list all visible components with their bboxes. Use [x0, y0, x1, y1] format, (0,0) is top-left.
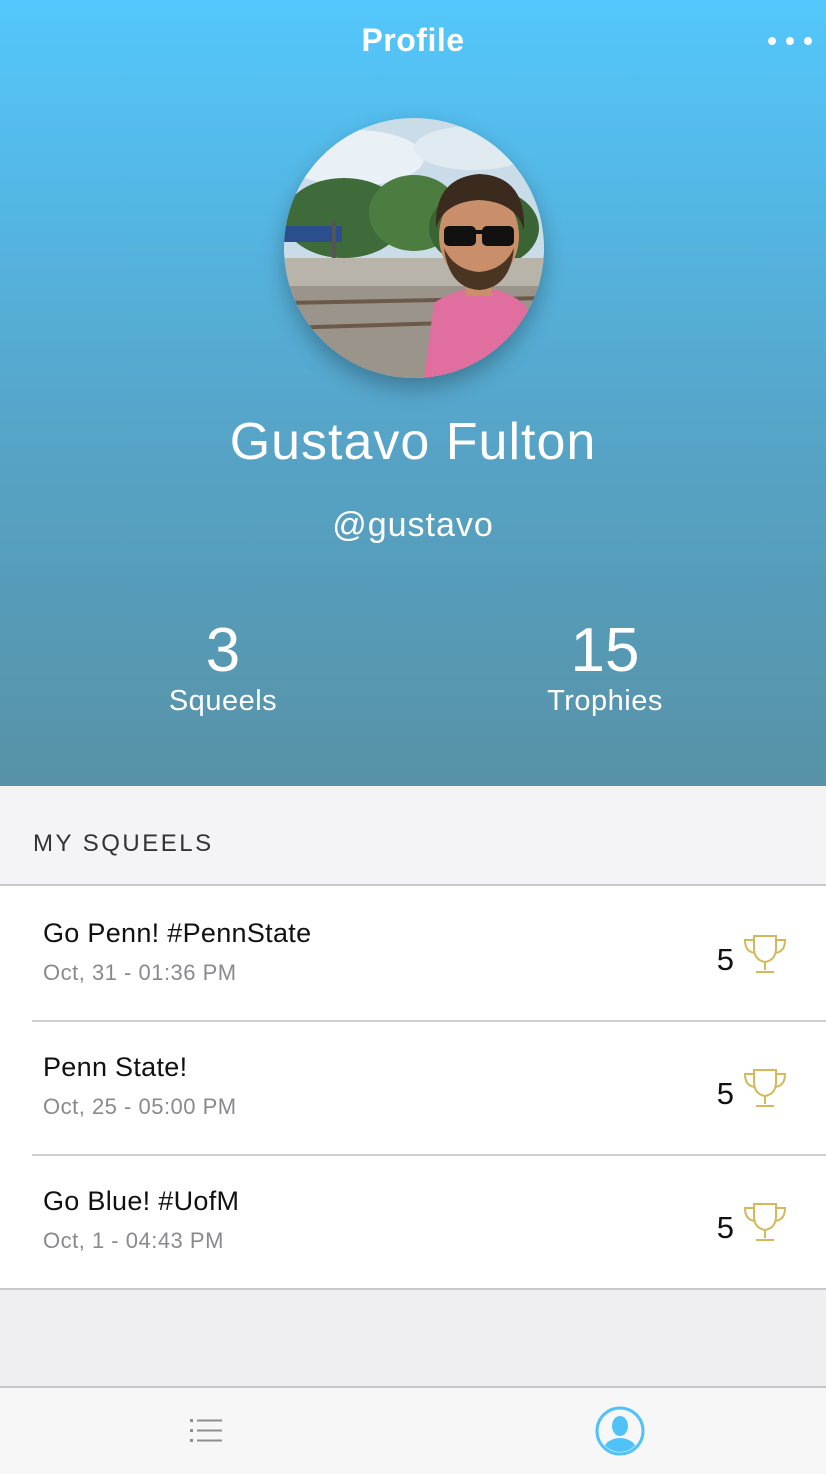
tab-feed[interactable] [0, 1388, 413, 1474]
profile-handle: @gustavo [332, 506, 494, 544]
list-icon [189, 1419, 222, 1442]
stat-trophies[interactable]: 15 Trophies [475, 618, 735, 718]
squeel-text: Penn State! [43, 1052, 188, 1082]
tab-bar [0, 1386, 826, 1474]
stat-label: Squeels [168, 685, 278, 717]
stat-value: 15 [570, 616, 640, 685]
section-title: MY SQUEELS [33, 830, 214, 857]
stat-squeels[interactable]: 3 Squeels [93, 618, 353, 718]
list-item[interactable]: Go Blue! #UofM Oct, 1 - 04:43 PM 5 [0, 1154, 826, 1288]
page-title: Profile [361, 22, 465, 58]
squeel-timestamp: Oct, 1 - 04:43 PM [43, 1228, 224, 1253]
avatar [284, 118, 544, 378]
stat-value: 3 [205, 616, 241, 685]
list-item[interactable]: Go Penn! #PennState Oct, 31 - 01:36 PM 5 [0, 886, 826, 1020]
trophy-icon[interactable] [742, 1066, 788, 1110]
profile-name: Gustavo Fulton [229, 413, 597, 471]
profile-icon [595, 1406, 644, 1456]
trophy-count: 5 [716, 1076, 734, 1111]
trophy-count: 5 [716, 942, 734, 977]
stat-label: Trophies [547, 685, 663, 717]
more-options-icon[interactable] [768, 26, 812, 56]
trophy-count: 5 [716, 1210, 734, 1245]
trophy-icon[interactable] [742, 1200, 788, 1244]
squeel-text: Go Penn! #PennState [43, 918, 312, 948]
trophy-icon[interactable] [742, 932, 788, 976]
squeel-text: Go Blue! #UofM [43, 1186, 240, 1216]
list-item[interactable]: Penn State! Oct, 25 - 05:00 PM 5 [0, 1020, 826, 1154]
squeel-timestamp: Oct, 31 - 01:36 PM [43, 960, 237, 985]
squeel-list: Go Penn! #PennState Oct, 31 - 01:36 PM 5… [0, 886, 826, 1290]
squeel-timestamp: Oct, 25 - 05:00 PM [43, 1094, 237, 1119]
tab-profile[interactable] [413, 1388, 826, 1474]
profile-header: Profile Gustavo Fulton @gustavo 3 Squeel… [0, 0, 826, 786]
